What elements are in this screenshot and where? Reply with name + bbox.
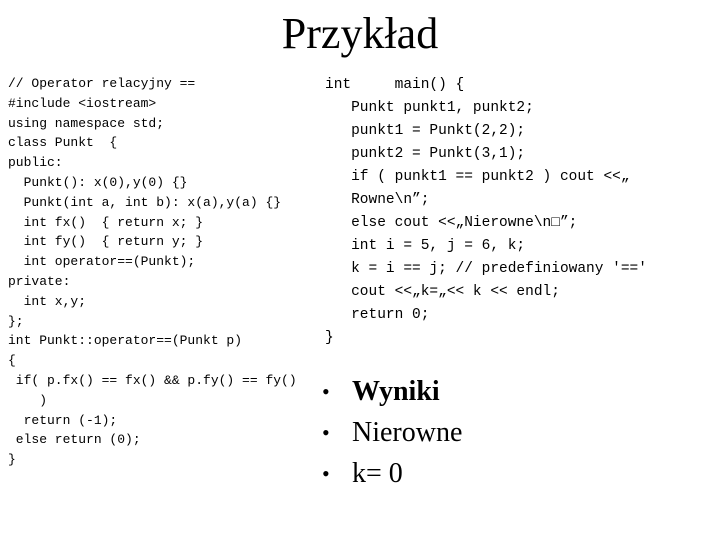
code-line: };: [8, 313, 24, 329]
code-line: int operator==(Punkt);: [8, 254, 196, 270]
code-line: punkt1 = Punkt(2,2);: [325, 123, 526, 139]
main-function-code: int main() { Punkt punkt1, punkt2; punkt…: [325, 74, 647, 350]
code-line: }: [8, 452, 16, 468]
code-line: int fy() { return y; }: [8, 234, 204, 250]
code-line: else cout <<„Nierowne\n□”;: [325, 215, 578, 231]
code-line: class Punkt {: [8, 135, 118, 151]
code-line: int Punkt::operator==(Punkt p): [8, 333, 243, 349]
code-line: using namespace std;: [8, 115, 165, 131]
code-line: #include <iostream>: [8, 95, 157, 111]
code-line: Punkt punkt1, punkt2;: [325, 100, 534, 116]
code-line: return (-1);: [8, 412, 118, 428]
result-text: Nierowne: [352, 417, 463, 448]
results-heading: Wyniki: [352, 376, 440, 407]
bullet-icon: •: [322, 379, 330, 404]
code-line: if ( punkt1 == punkt2 ) cout <<„: [325, 169, 630, 185]
code-line: punkt2 = Punkt(3,1);: [325, 146, 526, 162]
result-text: k= 0: [352, 458, 403, 489]
code-line: private:: [8, 273, 71, 289]
bullet-icon: •: [322, 461, 330, 486]
code-line: int main() {: [325, 77, 465, 93]
bullet-icon: •: [322, 420, 330, 445]
results-heading-item: • Wyniki: [322, 371, 462, 412]
code-line: return 0;: [325, 307, 430, 323]
code-line: int i = 5, j = 6, k;: [325, 238, 526, 254]
code-line: else return (0);: [8, 432, 141, 448]
code-line: Rowne\n”;: [325, 192, 430, 208]
results-list: • Wyniki • Nierowne • k= 0: [322, 371, 462, 494]
code-line: // Operator relacyjny ==: [8, 76, 196, 91]
code-line: {: [8, 353, 16, 369]
code-line: cout <<„k=„<< k << endl;: [325, 284, 560, 300]
code-line: k = i == j; // predefiniowany '==': [325, 261, 647, 277]
code-line: Punkt(int a, int b): x(a),y(a) {}: [8, 194, 282, 210]
class-definition-code: // Operator relacyjny == #include <iostr…: [8, 74, 297, 470]
code-line: Punkt(): x(0),y(0) {}: [8, 174, 188, 190]
code-line: public:: [8, 155, 63, 171]
code-line: int x,y;: [8, 293, 87, 309]
code-line: ): [8, 392, 48, 408]
code-line: if( p.fx() == fx() && p.fy() == fy(): [8, 372, 297, 388]
code-line: int fx() { return x; }: [8, 214, 204, 230]
result-item: • k= 0: [322, 453, 462, 494]
code-line: }: [325, 330, 334, 346]
result-item: • Nierowne: [322, 412, 462, 453]
slide-title: Przykład: [281, 9, 439, 58]
